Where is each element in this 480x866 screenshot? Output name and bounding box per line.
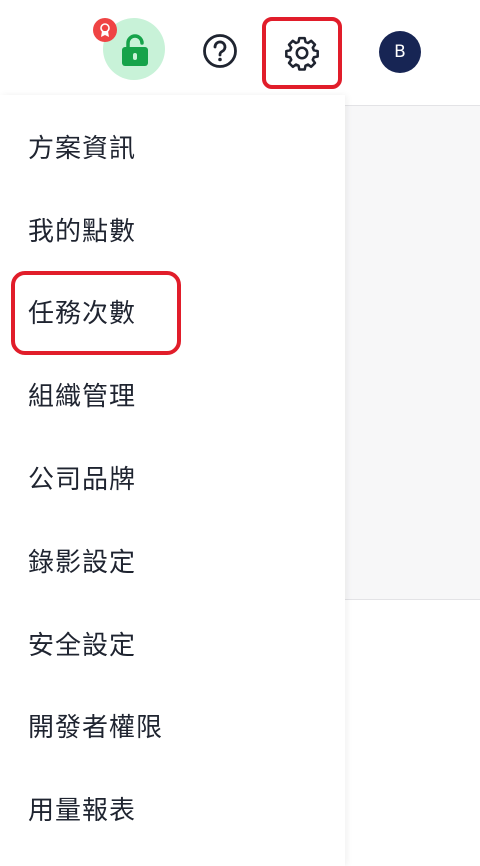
menu-item-security-settings[interactable]: 安全設定 (28, 633, 136, 659)
menu-item-company-brand[interactable]: 公司品牌 (28, 467, 136, 493)
user-avatar[interactable]: B (379, 31, 421, 73)
gear-icon (285, 36, 319, 71)
help-button[interactable] (202, 33, 238, 69)
highlight-annotation (11, 271, 181, 355)
menu-item-my-points[interactable]: 我的點數 (28, 219, 136, 245)
settings-button[interactable] (262, 17, 342, 89)
top-bar: B (0, 0, 480, 100)
page-content-panel (345, 105, 480, 600)
lock-open-icon (122, 34, 148, 66)
menu-item-developer-access[interactable]: 開發者權限 (28, 715, 163, 741)
medal-icon (93, 18, 117, 42)
menu-item-recording-settings[interactable]: 錄影設定 (28, 550, 136, 576)
settings-dropdown-menu: 方案資訊 我的點數 任務次數 組織管理 公司品牌 錄影設定 安全設定 開發者權限… (0, 95, 345, 866)
question-circle-icon (203, 34, 237, 68)
menu-item-usage-report[interactable]: 用量報表 (28, 798, 136, 824)
menu-item-organization[interactable]: 組織管理 (28, 384, 136, 410)
menu-item-plan-info[interactable]: 方案資訊 (28, 136, 136, 162)
